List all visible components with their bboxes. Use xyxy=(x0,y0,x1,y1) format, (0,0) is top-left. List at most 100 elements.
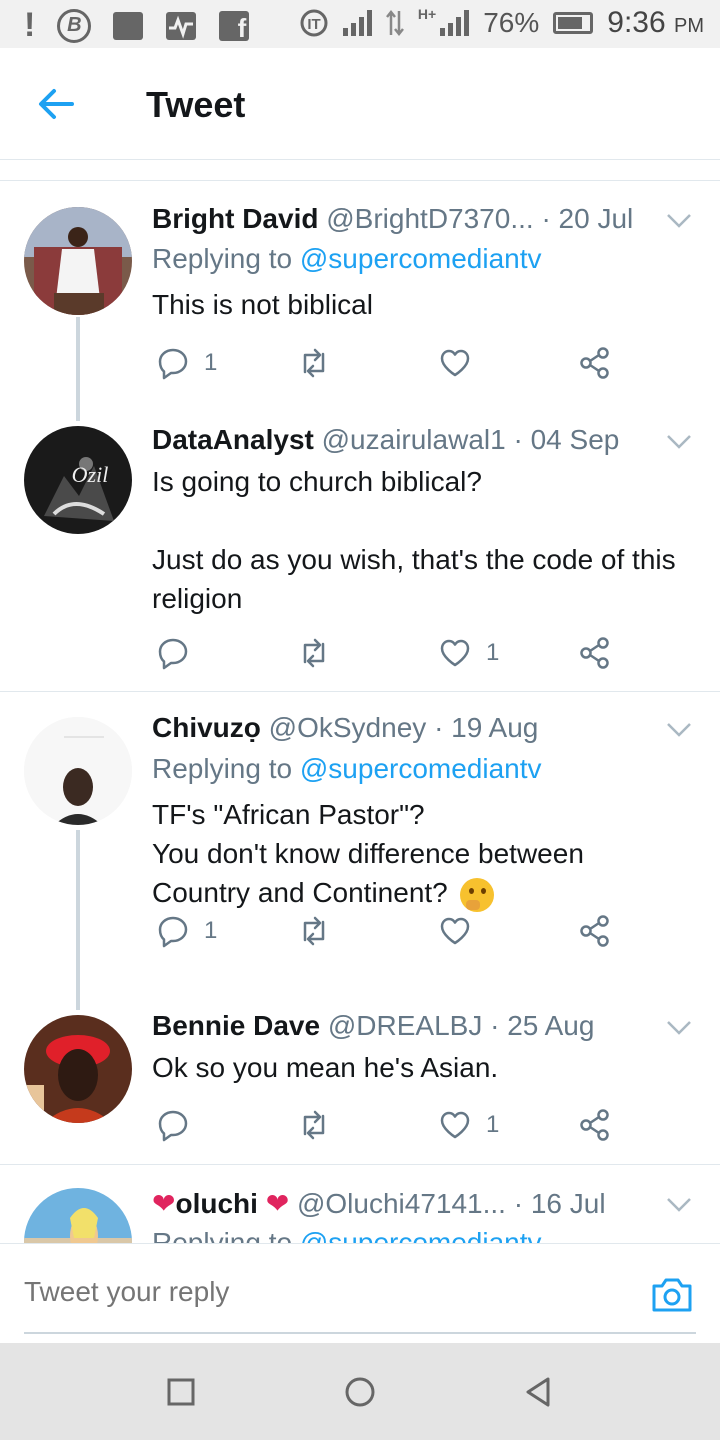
back-icon[interactable] xyxy=(522,1375,556,1409)
tweet-actions: 1 xyxy=(152,911,622,951)
heart-icon xyxy=(440,639,470,667)
author-handle[interactable]: @Oluchi47141... xyxy=(297,1188,506,1219)
replying-to: Replying to @supercomediantv xyxy=(152,753,542,785)
author-name[interactable]: oluchi xyxy=(175,1188,257,1219)
tweet-text: Is going to church biblical? Just do as … xyxy=(152,466,676,614)
top-app-bar: Tweet xyxy=(0,48,720,160)
replying-to-handle[interactable]: @supercomediantv xyxy=(300,753,542,784)
tweet-text-body: TF's "African Pastor"? You don't know di… xyxy=(152,799,584,908)
replying-to: Replying to @supercomediantv xyxy=(152,1227,542,1243)
hotspot-icon: IT xyxy=(300,9,328,37)
avatar[interactable] xyxy=(24,207,132,315)
replying-to-handle[interactable]: @supercomediantv xyxy=(300,243,542,274)
tweet-text: Ok so you mean he's Asian. xyxy=(152,1052,499,1083)
retweet-icon xyxy=(303,916,325,946)
reply-count: 1 xyxy=(204,349,218,376)
retweet-button[interactable] xyxy=(297,633,345,673)
chevron-down-icon[interactable] xyxy=(666,722,692,738)
chevron-down-icon[interactable] xyxy=(666,1020,692,1036)
share-icon xyxy=(580,1109,609,1141)
author-handle[interactable]: @BrightD7370... xyxy=(326,203,533,234)
retweet-button[interactable] xyxy=(297,1105,345,1145)
replying-to-label: Replying to xyxy=(152,753,293,784)
chevron-down-icon[interactable] xyxy=(666,213,692,229)
replying-to-label: Replying to xyxy=(152,243,293,274)
avatar[interactable] xyxy=(24,1188,132,1243)
tweet[interactable]: Chivuzọ @OkSydney · 19 Aug Replying to @… xyxy=(0,692,720,1010)
retweet-icon xyxy=(303,348,325,378)
like-count: 1 xyxy=(486,639,500,666)
replying-to-label: Replying to xyxy=(152,1227,293,1243)
camera-icon[interactable] xyxy=(650,1274,694,1314)
signal-icon xyxy=(342,10,372,36)
author-handle[interactable]: @DREALBJ xyxy=(328,1010,482,1041)
tweet-header: DataAnalyst @uzairulawal1 · 04 Sep xyxy=(152,424,660,456)
avatar[interactable] xyxy=(24,717,132,825)
reply-input[interactable] xyxy=(24,1276,624,1308)
tweet-date: · 19 Aug xyxy=(434,712,539,743)
clock-ampm: PM xyxy=(674,15,704,37)
author-name[interactable]: DataAnalyst xyxy=(152,424,314,455)
retweet-icon xyxy=(303,638,325,668)
heart-suffix: ❤ xyxy=(265,1188,290,1219)
reply-icon xyxy=(158,348,188,380)
home-icon[interactable] xyxy=(343,1375,377,1409)
author-handle[interactable]: @OkSydney xyxy=(269,712,427,743)
reply-button[interactable]: 1 xyxy=(156,343,217,383)
system-nav-bar xyxy=(0,1343,720,1440)
reply-composer xyxy=(0,1243,720,1343)
retweet-button[interactable] xyxy=(297,343,345,383)
input-underline xyxy=(24,1332,696,1334)
reply-count: 1 xyxy=(204,917,218,944)
battery-icon xyxy=(553,12,594,34)
share-button[interactable] xyxy=(578,911,612,951)
reply-button[interactable]: 1 xyxy=(156,911,217,951)
like-button[interactable]: 1 xyxy=(438,1105,499,1145)
recents-icon[interactable] xyxy=(164,1375,198,1409)
activity-icon xyxy=(166,11,197,40)
chevron-down-icon[interactable] xyxy=(666,434,692,450)
thinking-face-icon xyxy=(459,877,494,912)
avatar[interactable] xyxy=(24,1015,132,1123)
like-button[interactable] xyxy=(438,911,486,951)
reply-icon xyxy=(158,916,188,948)
share-icon xyxy=(580,915,609,947)
clock: 9:36 PM xyxy=(607,6,704,40)
reply-feed[interactable]: Bright David @BrightD7370... · 20 Jul Re… xyxy=(0,180,720,1243)
reply-icon xyxy=(158,1110,188,1142)
tweet-header: Bennie Dave @DREALBJ · 25 Aug xyxy=(152,1010,660,1042)
retweet-icon xyxy=(303,1110,325,1140)
author-handle[interactable]: @uzairulawal1 xyxy=(322,424,506,455)
tweet-header: Bright David @BrightD7370... · 20 Jul xyxy=(152,203,660,235)
share-button[interactable] xyxy=(578,633,612,673)
avatar[interactable]: Ozil xyxy=(24,426,132,534)
tweet-actions: 1 xyxy=(152,1105,622,1145)
retweet-button[interactable] xyxy=(297,911,345,951)
author-name[interactable]: Chivuzọ xyxy=(152,712,261,743)
tweet-text: This is not biblical xyxy=(152,289,373,320)
tweet-date: · 25 Aug xyxy=(490,1010,595,1041)
tweet[interactable]: Bennie Dave @DREALBJ · 25 Aug Ok so you … xyxy=(0,988,720,1164)
tweet[interactable]: Ozil DataAnalyst @uzairulawal1 · 04 Sep … xyxy=(0,406,720,691)
network-type: H+ xyxy=(417,6,437,22)
b-circle-icon: B xyxy=(57,8,92,43)
author-name[interactable]: Bright David xyxy=(152,203,318,234)
heart-icon xyxy=(440,1111,470,1139)
back-arrow-icon[interactable] xyxy=(36,84,76,124)
like-button[interactable] xyxy=(438,343,486,383)
share-button[interactable] xyxy=(578,343,612,383)
replying-to: Replying to @supercomediantv xyxy=(152,243,542,275)
author-name[interactable]: Bennie Dave xyxy=(152,1010,320,1041)
chevron-down-icon[interactable] xyxy=(666,1197,692,1213)
share-button[interactable] xyxy=(578,1105,612,1145)
tweet-date: · 20 Jul xyxy=(541,203,634,234)
reply-button[interactable] xyxy=(156,633,204,673)
tweet[interactable]: Bright David @BrightD7370... · 20 Jul Re… xyxy=(0,181,720,421)
like-button[interactable]: 1 xyxy=(438,633,499,673)
tweet[interactable]: ❤oluchi ❤ @Oluchi47141... · 16 Jul Reply… xyxy=(0,1165,720,1243)
heart-prefix: ❤ xyxy=(152,1188,176,1219)
tweet-date: · 04 Sep xyxy=(513,424,620,455)
replying-to-handle[interactable]: @supercomediantv xyxy=(300,1227,542,1243)
reply-button[interactable] xyxy=(156,1105,204,1145)
tweet-actions: 1 xyxy=(152,343,622,383)
